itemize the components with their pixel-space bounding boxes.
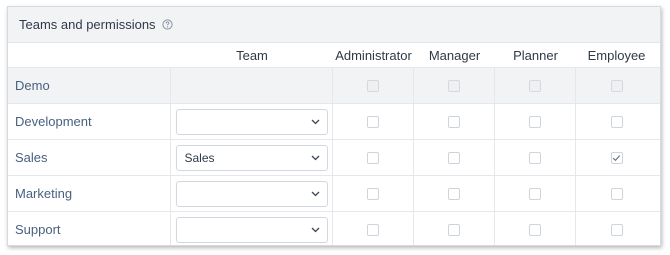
planner-cell [495,104,576,139]
table-row: Marketing [8,175,660,211]
employee-checkbox[interactable] [610,187,623,200]
manager-checkbox[interactable] [448,151,460,164]
manager-cell [414,140,495,175]
planner-checkbox[interactable] [529,115,541,128]
team-cell [171,68,333,103]
planner-cell [495,176,576,211]
planner-checkbox [529,79,541,92]
manager-checkbox[interactable] [448,187,460,200]
team-row-label: Sales [8,140,171,175]
manager-cell [414,212,495,245]
column-header-planner: Planner [513,47,558,63]
table-row: Development [8,103,660,139]
administrator-checkbox[interactable] [367,151,379,164]
team-select[interactable]: Sales [175,144,328,171]
manager-cell [414,68,495,103]
team-select[interactable] [175,180,328,207]
column-header-administrator: Administrator [335,47,412,63]
column-header-manager: Manager [428,47,481,63]
column-header-employee: Employee [587,47,646,63]
team-cell [171,212,333,245]
panel-header: Teams and permissions [8,7,660,43]
teams-permissions-panel: Teams and permissions Team Administrator… [7,6,661,246]
administrator-checkbox [367,79,379,92]
employee-cell [576,140,657,175]
team-row-label: Development [8,104,171,139]
administrator-checkbox[interactable] [367,223,379,236]
employee-checkbox[interactable] [610,151,623,164]
chevron-down-icon [311,225,321,235]
administrator-cell [333,104,414,139]
team-row-label: Support [8,212,171,245]
employee-cell [576,68,657,103]
employee-cell [576,212,657,245]
employee-cell [576,176,657,211]
administrator-checkbox[interactable] [367,187,379,200]
team-row-label: Marketing [8,176,171,211]
team-cell [171,176,333,211]
team-row-label: Demo [8,68,171,103]
team-select-value: Sales [184,150,215,165]
administrator-checkbox[interactable] [367,115,379,128]
manager-checkbox[interactable] [448,223,460,236]
column-header-row: Team Administrator Manager Planner Emplo… [8,43,660,67]
chevron-down-icon [311,117,321,127]
manager-checkbox [448,79,460,92]
planner-checkbox[interactable] [529,223,541,236]
administrator-cell [333,140,414,175]
planner-checkbox[interactable] [529,151,541,164]
team-cell: Sales [171,140,333,175]
manager-cell [414,104,495,139]
planner-cell [495,68,576,103]
employee-cell [576,104,657,139]
team-cell [171,104,333,139]
chevron-down-icon [311,189,321,199]
manager-checkbox[interactable] [448,115,460,128]
table-row: Demo [8,67,660,103]
planner-cell [495,140,576,175]
checkmark-icon [612,154,621,162]
administrator-cell [333,176,414,211]
chevron-down-icon [311,153,321,163]
table-row: Sales Sales [8,139,660,175]
section-title: Teams and permissions [19,17,156,32]
column-header-team: Team [236,47,268,63]
team-select[interactable] [175,216,328,243]
employee-checkbox[interactable] [610,223,623,236]
administrator-cell [333,212,414,245]
table-row: Support [8,211,660,245]
planner-cell [495,212,576,245]
manager-cell [414,176,495,211]
employee-checkbox [610,79,623,92]
employee-checkbox[interactable] [610,115,623,128]
administrator-cell [333,68,414,103]
team-select[interactable] [175,108,328,135]
question-circle-icon[interactable] [161,19,173,30]
planner-checkbox[interactable] [529,187,541,200]
permissions-table-body: Demo Development Sales Sales Marketing Suppor… [8,67,660,245]
